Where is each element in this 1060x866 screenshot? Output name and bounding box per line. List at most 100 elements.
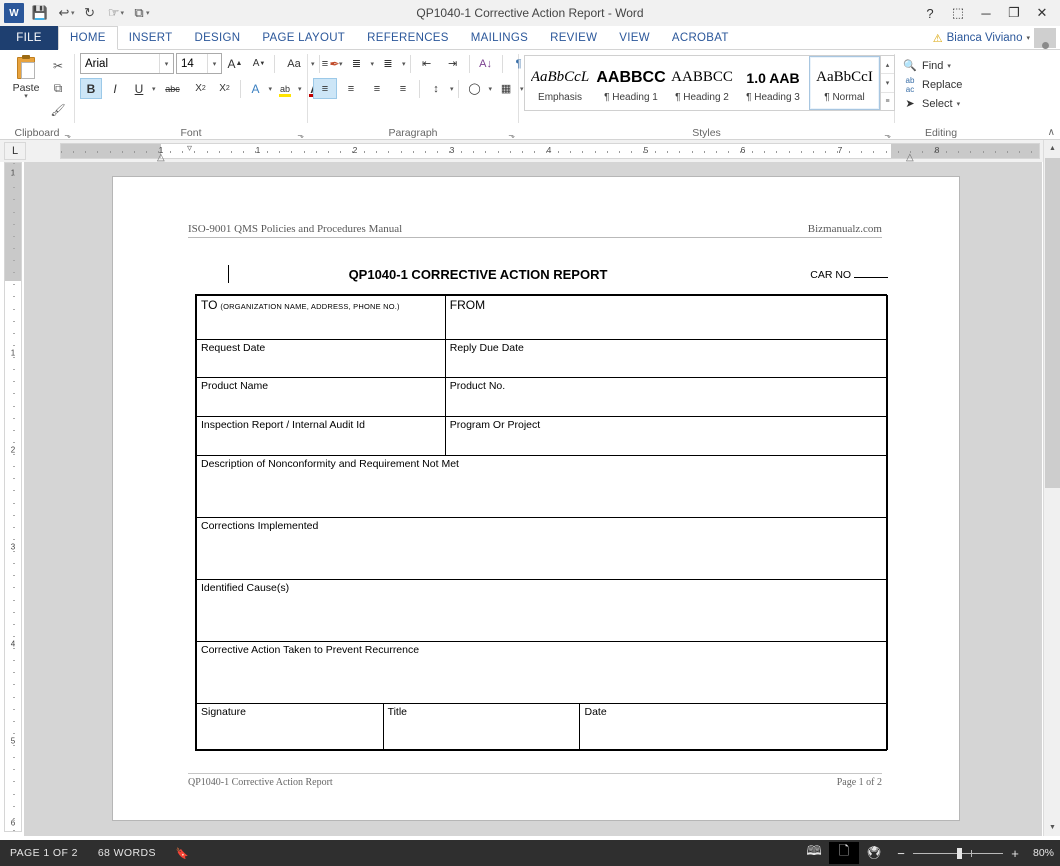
- zoom-out-button[interactable]: −: [895, 846, 907, 861]
- style-emphasis[interactable]: AaBbCcL Emphasis: [525, 56, 596, 110]
- ruler-track[interactable]: 1 1 2 3 4 5 6 7 8 ▿ △ △: [60, 143, 1040, 163]
- tab-file[interactable]: FILE: [0, 26, 58, 50]
- tab-mailings[interactable]: MAILINGS: [460, 26, 539, 50]
- find-dropdown-icon[interactable]: ▾: [947, 62, 951, 70]
- line-spacing-dropdown-icon[interactable]: ▾: [450, 85, 454, 93]
- touch-mode-dropdown-icon[interactable]: ▾: [121, 9, 125, 17]
- styles-scroll-down-icon[interactable]: ▾: [881, 74, 894, 93]
- first-line-indent-marker[interactable]: ▿: [187, 143, 192, 154]
- font-name-input[interactable]: Arial ▾: [80, 53, 174, 74]
- page-header[interactable]: ISO-9001 QMS Policies and Procedures Man…: [188, 223, 882, 238]
- tab-home[interactable]: HOME: [58, 26, 118, 50]
- text-highlight-icon[interactable]: ab: [274, 78, 296, 99]
- save-icon[interactable]: 💾: [28, 2, 52, 24]
- table-row[interactable]: Identified Cause(s): [196, 579, 888, 642]
- strikethrough-button[interactable]: abc: [158, 78, 188, 99]
- styles-dialog-launcher[interactable]: ⬎: [884, 131, 891, 140]
- align-left-button[interactable]: ≡: [313, 78, 337, 99]
- zoom-slider[interactable]: [912, 847, 1003, 859]
- cell-inspection-report[interactable]: Inspection Report / Internal Audit Id: [196, 416, 446, 456]
- cell-product-no[interactable]: Product No.: [444, 377, 889, 417]
- multilevel-dropdown-icon[interactable]: ▾: [402, 60, 406, 68]
- select-dropdown-icon[interactable]: ▾: [957, 100, 961, 108]
- font-size-dropdown-icon[interactable]: ▾: [207, 54, 221, 73]
- tab-page-layout[interactable]: PAGE LAYOUT: [251, 26, 356, 50]
- table-row[interactable]: Signature Title Date: [196, 704, 888, 750]
- tab-references[interactable]: REFERENCES: [356, 26, 460, 50]
- cell-title[interactable]: Title: [382, 704, 581, 750]
- underline-dropdown-icon[interactable]: ▾: [152, 85, 156, 93]
- cell-corrective-action-taken[interactable]: Corrective Action Taken to Prevent Recur…: [196, 641, 888, 704]
- sort-icon[interactable]: A↓: [474, 53, 498, 74]
- account-name[interactable]: Bianca Viviano: [947, 32, 1023, 44]
- increase-indent-icon[interactable]: ⇥: [441, 53, 465, 74]
- account-area[interactable]: ⚠ Bianca Viviano ▾: [933, 28, 1056, 49]
- bullets-icon[interactable]: ≡: [313, 53, 337, 74]
- document-page[interactable]: ISO-9001 QMS Policies and Procedures Man…: [112, 176, 960, 821]
- table-row[interactable]: Corrections Implemented: [196, 517, 888, 580]
- zoom-control[interactable]: − +: [889, 846, 1027, 861]
- zoom-level[interactable]: 80%: [1027, 847, 1054, 859]
- style-heading-1[interactable]: AABBCC ¶ Heading 1: [596, 56, 667, 110]
- bullets-dropdown-icon[interactable]: ▾: [339, 60, 343, 68]
- close-button[interactable]: ✕: [1028, 1, 1056, 25]
- print-layout-icon[interactable]: 🗋: [828, 842, 859, 864]
- help-button[interactable]: ?: [916, 1, 944, 25]
- restore-button[interactable]: ❐: [1000, 1, 1028, 25]
- zoom-in-button[interactable]: +: [1009, 846, 1021, 861]
- table-row[interactable]: Request Date Reply Due Date: [196, 339, 889, 378]
- font-size-input[interactable]: 14 ▾: [176, 53, 222, 74]
- tab-view[interactable]: VIEW: [608, 26, 661, 50]
- underline-button[interactable]: U: [128, 78, 150, 99]
- cell-date[interactable]: Date: [579, 704, 888, 750]
- numbering-dropdown-icon[interactable]: ▾: [371, 60, 375, 68]
- table-row[interactable]: Product Name Product No.: [196, 377, 889, 417]
- tab-design[interactable]: DESIGN: [183, 26, 251, 50]
- change-case-icon[interactable]: Aa: [279, 53, 309, 74]
- ribbon-display-options-icon[interactable]: ⬚: [944, 1, 972, 25]
- cell-from[interactable]: FROM: [444, 295, 889, 340]
- subscript-button[interactable]: X2: [190, 78, 212, 99]
- document-canvas[interactable]: ISO-9001 QMS Policies and Procedures Man…: [24, 162, 1042, 836]
- proofing-errors-icon[interactable]: 🔖: [166, 847, 199, 860]
- table-row[interactable]: Inspection Report / Internal Audit Id Pr…: [196, 416, 889, 456]
- italic-button[interactable]: I: [104, 78, 126, 99]
- table-row[interactable]: Description of Nonconformity and Require…: [196, 455, 888, 518]
- align-center-button[interactable]: ≡: [339, 78, 363, 99]
- cell-description-nonconformity[interactable]: Description of Nonconformity and Require…: [196, 455, 888, 518]
- multilevel-list-icon[interactable]: ≣: [376, 53, 400, 74]
- avatar[interactable]: [1034, 28, 1056, 49]
- font-dialog-launcher[interactable]: ⬎: [297, 131, 304, 140]
- cell-to[interactable]: TO (ORGANIZATION NAME, ADDRESS, PHONE NO…: [196, 295, 446, 340]
- line-spacing-icon[interactable]: ↕: [424, 78, 448, 99]
- web-layout-icon[interactable]: 🖲: [859, 842, 889, 864]
- align-right-button[interactable]: ≡: [365, 78, 389, 99]
- find-button[interactable]: 🔍 Find ▾: [900, 56, 951, 75]
- paragraph-dialog-launcher[interactable]: ⬎: [508, 131, 515, 140]
- copy-icon[interactable]: ⧉: [47, 78, 69, 98]
- redo-icon[interactable]: ↻: [78, 2, 102, 24]
- font-name-dropdown-icon[interactable]: ▾: [159, 54, 173, 73]
- select-button[interactable]: ➤ Select ▾: [900, 94, 960, 113]
- text-effects-icon[interactable]: A: [245, 78, 267, 99]
- read-mode-icon[interactable]: 🕮: [799, 842, 829, 864]
- paste-dropdown-icon[interactable]: ▾: [24, 93, 28, 100]
- grow-font-icon[interactable]: A ▲: [224, 53, 246, 74]
- table-row[interactable]: Corrective Action Taken to Prevent Recur…: [196, 641, 888, 704]
- shading-icon[interactable]: ◯: [463, 78, 487, 99]
- bold-button[interactable]: B: [80, 78, 102, 99]
- page-footer[interactable]: QP1040-1 Corrective Action Report Page 1…: [188, 773, 882, 788]
- tab-stop-selector[interactable]: L: [4, 142, 26, 160]
- style-heading-2[interactable]: AABBCC ¶ Heading 2: [667, 56, 738, 110]
- cell-corrections-implemented[interactable]: Corrections Implemented: [196, 517, 888, 580]
- styles-scroll-up-icon[interactable]: ▴: [881, 56, 894, 75]
- cell-program-or-project[interactable]: Program Or Project: [444, 416, 889, 456]
- account-dropdown-icon[interactable]: ▾: [1026, 34, 1030, 42]
- justify-button[interactable]: ≡: [391, 78, 415, 99]
- highlight-dropdown-icon[interactable]: ▾: [298, 85, 302, 93]
- cut-icon[interactable]: ✂: [47, 56, 69, 76]
- decrease-indent-icon[interactable]: ⇤: [415, 53, 439, 74]
- clipboard-dialog-launcher[interactable]: ⬎: [64, 131, 71, 140]
- collapse-ribbon-icon[interactable]: ∧: [1048, 127, 1055, 138]
- scroll-up-icon[interactable]: ▲: [1044, 140, 1060, 157]
